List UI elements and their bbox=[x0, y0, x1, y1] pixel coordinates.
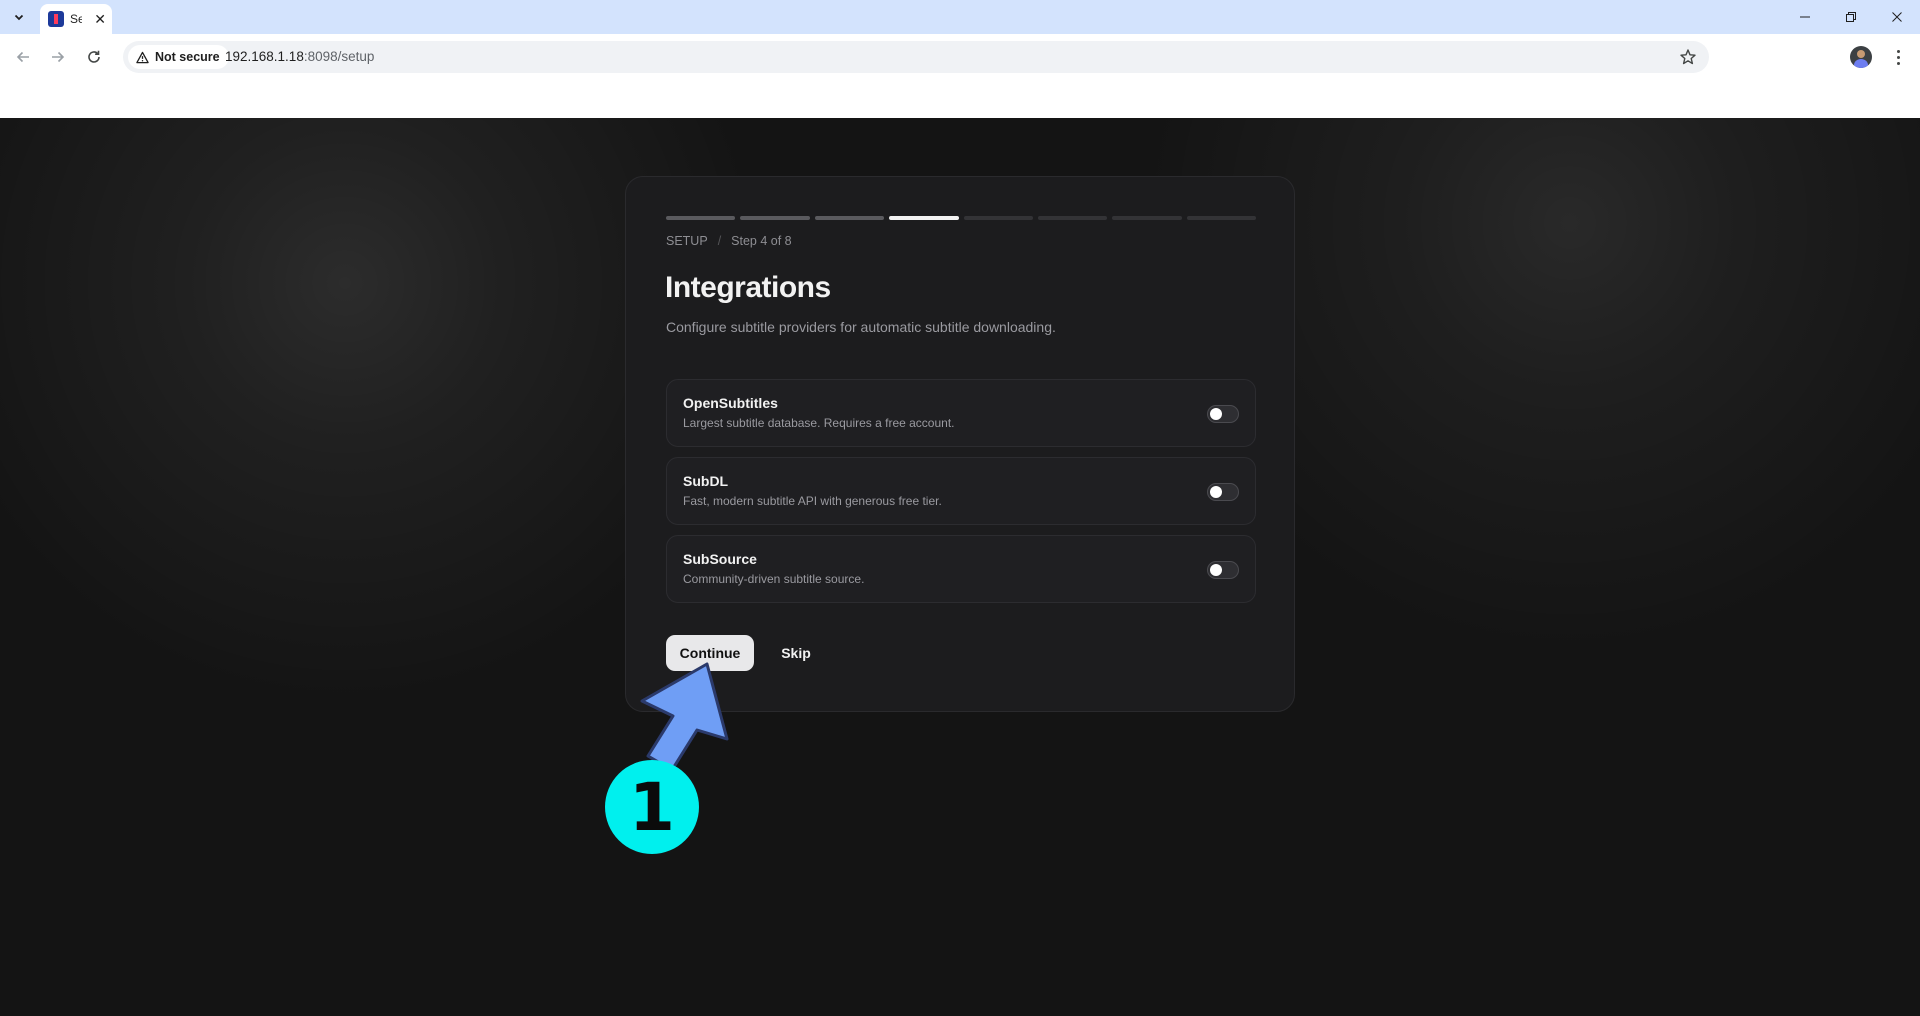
provider-name: SubDL bbox=[683, 473, 729, 489]
progress-segment-8 bbox=[1186, 216, 1256, 220]
page-title: Integrations bbox=[665, 271, 831, 304]
breadcrumb-step: Step 4 of 8 bbox=[731, 234, 792, 248]
window-controls bbox=[1782, 0, 1920, 34]
url-text[interactable]: 192.168.1.18:8098/setup bbox=[225, 49, 374, 64]
browser-tab[interactable]: Se ✕ bbox=[40, 4, 112, 34]
address-bar[interactable]: Not secure 192.168.1.18:8098/setup bbox=[123, 41, 1709, 73]
close-icon bbox=[1892, 12, 1902, 22]
browser-menu-icon[interactable] bbox=[1886, 41, 1910, 73]
provider-card-opensubtitles: OpenSubtitles Largest subtitle database.… bbox=[666, 379, 1256, 447]
bookmark-star-icon[interactable] bbox=[1679, 48, 1697, 66]
provider-card-subdl: SubDL Fast, modern subtitle API with gen… bbox=[666, 457, 1256, 525]
browser-toolbar: Not secure 192.168.1.18:8098/setup bbox=[0, 34, 1920, 118]
minimize-button[interactable] bbox=[1782, 0, 1828, 34]
progress-segment-6 bbox=[1037, 216, 1108, 220]
provider-toggle-subsource[interactable] bbox=[1207, 561, 1239, 579]
continue-button[interactable]: Continue bbox=[666, 635, 754, 671]
forward-arrow-icon bbox=[52, 51, 65, 63]
page-subtitle: Configure subtitle providers for automat… bbox=[666, 319, 1056, 335]
browser-tab-bar: Se ✕ bbox=[0, 0, 1920, 34]
close-window-button[interactable] bbox=[1874, 0, 1920, 34]
progress-segment-5 bbox=[963, 216, 1033, 220]
forward-button[interactable] bbox=[42, 41, 74, 73]
security-indicator[interactable]: Not secure bbox=[128, 45, 229, 69]
profile-avatar[interactable] bbox=[1850, 46, 1872, 68]
provider-description: Fast, modern subtitle API with generous … bbox=[683, 494, 942, 508]
progress-segment-7 bbox=[1112, 216, 1182, 220]
skip-button[interactable]: Skip bbox=[770, 635, 822, 671]
minimize-icon bbox=[1800, 16, 1810, 18]
provider-card-subsource: SubSource Community-driven subtitle sour… bbox=[666, 535, 1256, 603]
restore-button[interactable] bbox=[1828, 0, 1874, 34]
step-number-badge: 1 bbox=[605, 760, 699, 854]
tab-close-icon[interactable]: ✕ bbox=[94, 11, 106, 27]
site-favicon-icon bbox=[48, 11, 64, 27]
provider-name: OpenSubtitles bbox=[683, 395, 778, 411]
step-progress-bar bbox=[666, 216, 1256, 220]
provider-description: Community-driven subtitle source. bbox=[683, 572, 865, 586]
provider-toggle-subdl[interactable] bbox=[1207, 483, 1239, 501]
url-host: 192.168.1.18 bbox=[225, 49, 304, 64]
setup-page: SETUP / Step 4 of 8 Integrations Configu… bbox=[0, 118, 1920, 1016]
tab-search-button[interactable] bbox=[7, 6, 31, 28]
back-button[interactable] bbox=[7, 41, 39, 73]
toggle-knob bbox=[1210, 486, 1222, 498]
breadcrumb: SETUP / Step 4 of 8 bbox=[666, 234, 792, 248]
reload-button[interactable] bbox=[78, 41, 110, 73]
tab-title: Se bbox=[70, 12, 82, 26]
reload-icon bbox=[88, 50, 100, 63]
toggle-knob bbox=[1210, 408, 1222, 420]
setup-card: SETUP / Step 4 of 8 Integrations Configu… bbox=[625, 176, 1295, 712]
provider-description: Largest subtitle database. Requires a fr… bbox=[683, 416, 955, 430]
back-arrow-icon bbox=[16, 51, 29, 63]
provider-name: SubSource bbox=[683, 551, 757, 567]
breadcrumb-root: SETUP bbox=[666, 234, 708, 248]
warning-triangle-icon bbox=[136, 51, 149, 63]
toggle-knob bbox=[1210, 564, 1222, 576]
progress-segment-3 bbox=[814, 216, 885, 220]
breadcrumb-separator: / bbox=[717, 234, 722, 248]
url-path: :8098/setup bbox=[303, 49, 375, 64]
progress-segment-2 bbox=[740, 216, 810, 220]
provider-toggle-opensubtitles[interactable] bbox=[1207, 405, 1239, 423]
progress-segment-4 bbox=[889, 216, 959, 220]
security-label: Not secure bbox=[155, 50, 220, 64]
restore-icon bbox=[1846, 12, 1856, 22]
progress-segment-1 bbox=[666, 216, 736, 220]
chevron-down-icon bbox=[14, 14, 24, 21]
